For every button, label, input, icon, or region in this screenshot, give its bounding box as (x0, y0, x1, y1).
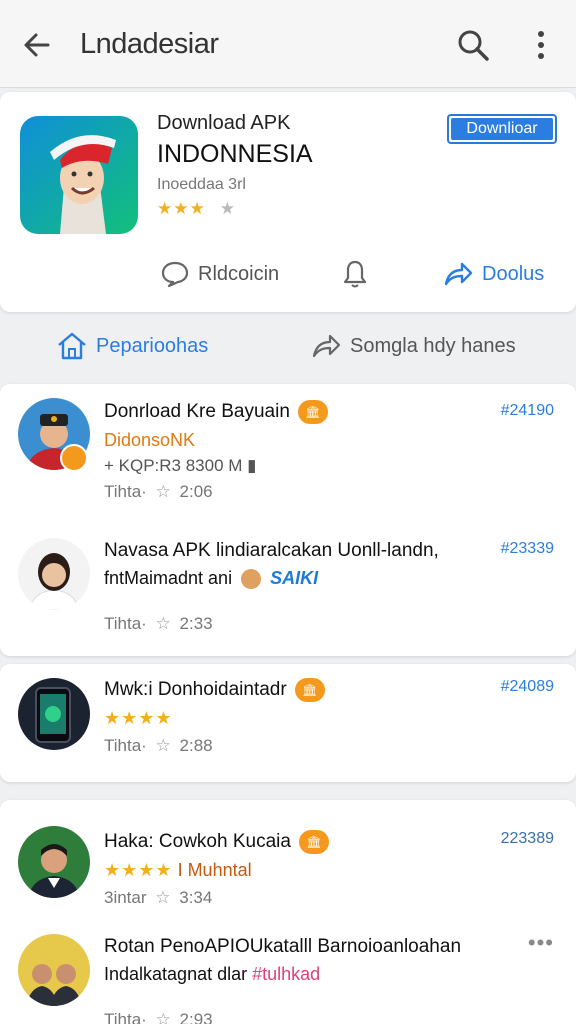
item-price: #24190 (500, 402, 554, 419)
item-price: #23339 (500, 540, 554, 557)
avatar (18, 678, 90, 750)
share-icon (444, 262, 473, 286)
avatar (18, 538, 90, 610)
item-meta-row: Tihta· ☆ 2:93 (104, 1010, 213, 1024)
badge-icon: 🏛 (297, 400, 328, 424)
item-tag: SAIKI (270, 568, 319, 588)
rating-star-off: ★ (219, 199, 235, 218)
notify-action[interactable] (342, 254, 376, 294)
home-icon (58, 332, 86, 360)
item-title: Navasa APK lindiaralcakan Uonll-landn, (104, 540, 439, 561)
badge-icon: 🏛 (294, 678, 325, 702)
list-item[interactable]: Donrload Kre Bayuain 🏛 DidonsoNK + KQP:R3… (0, 384, 576, 514)
list-card: Mwk:i Donhoidaintadr 🏛 ★★★★ Tihta· ☆ 2:88… (0, 664, 576, 782)
rating-stars: ★★★ (157, 199, 206, 218)
tab-bar: Peparioohas Somgla hdy hanes (0, 320, 576, 372)
share-action[interactable]: Doolus (442, 254, 544, 294)
tab-home[interactable]: Peparioohas (56, 328, 208, 364)
list-item[interactable]: Mwk:i Donhoidaintadr 🏛 ★★★★ Tihta· ☆ 2:88… (0, 664, 576, 782)
tab-share-label: Somgla hdy hanes (350, 334, 516, 357)
item-price: 223389 (500, 830, 554, 847)
item-price: #24089 (500, 678, 554, 695)
item-subtitle: DidonsoNK (104, 430, 196, 450)
hero-rating: ★★★ ★ (157, 199, 235, 219)
item-meta-label: Tihta· (104, 1010, 147, 1024)
item-meta-value: 2:88 (179, 736, 213, 755)
list-item[interactable]: Navasa APK lindiaralcakan Uonll-landn, f… (0, 524, 576, 654)
tab-home-label: Peparioohas (96, 334, 209, 357)
item-title: Donrload Kre Bayuain 🏛 (104, 400, 328, 424)
avatar (18, 826, 90, 898)
item-stars: ★★★★ (104, 860, 173, 880)
list-card: Donrload Kre Bayuain 🏛 DidonsoNK + KQP:R3… (0, 384, 576, 656)
item-title-text: Mwk:i Donhoidaintadr (104, 679, 287, 701)
badge-icon: 🏛 (298, 830, 329, 854)
list-item[interactable]: Haka: Cowkoh Kucaia 🏛 ★★★★ I Muhntal 3int… (0, 800, 576, 910)
item-meta-value: 2:93 (179, 1010, 213, 1024)
comment-action[interactable]: Rldcoicin (160, 254, 279, 294)
star-outline-icon: ☆ (155, 736, 171, 755)
item-title: Rotan PenoAPIOUkatalll Barnoioanloahan (104, 936, 462, 957)
item-meta-value: 3:34 (179, 888, 213, 907)
star-outline-icon: ☆ (155, 482, 171, 501)
item-meta-label: Tihta· (104, 614, 147, 633)
tab-share[interactable]: Somgla hdy hanes (310, 328, 516, 364)
item-meta: + KQP:R3 8300 M ▮ (104, 456, 257, 475)
more-horiz-icon[interactable]: ••• (528, 930, 554, 956)
item-title-text: Haka: Cowkoh Kucaia (104, 831, 291, 853)
search-icon[interactable] (456, 28, 490, 62)
download-button-label: Downlioar (451, 118, 553, 140)
app-icon[interactable] (20, 116, 138, 234)
hero-subtitle: Download APK (157, 112, 291, 134)
download-button[interactable]: Downlioar (447, 114, 557, 144)
star-outline-icon: ☆ (155, 614, 171, 633)
item-subtitle: Indalkatagnat dlar #tulhkad (104, 964, 320, 985)
list-card: Haka: Cowkoh Kucaia 🏛 ★★★★ I Muhntal 3int… (0, 800, 576, 1024)
item-tag: I Muhntal (177, 860, 252, 880)
item-title-text: Donrload Kre Bayuain (104, 401, 290, 423)
hero-developer: Inoeddaa 3rl (157, 176, 246, 193)
item-meta-row: 3intar ☆ 3:34 (104, 888, 212, 908)
list-item[interactable]: Rotan PenoAPIOUkatalll Barnoioanloahan I… (0, 924, 576, 1024)
item-meta-label: Tihta· (104, 482, 147, 501)
app-detail-card: Download APK INDONNESIA Inoeddaa 3rl ★★★… (0, 92, 576, 312)
item-meta-value: 2:33 (179, 614, 213, 633)
item-meta-row: Tihta· ☆ 2:88 (104, 736, 213, 756)
item-stars: ★★★★ (104, 708, 173, 728)
item-tag: #tulhkad (252, 964, 321, 984)
bell-icon (343, 260, 367, 288)
back-arrow-icon[interactable] (22, 30, 52, 60)
item-title: Haka: Cowkoh Kucaia 🏛 (104, 830, 329, 854)
share-icon (312, 334, 341, 358)
comment-action-label: Rldcoicin (198, 262, 280, 285)
share-action-label: Doolus (482, 262, 545, 285)
hero-actions: Rldcoicin Doolus (0, 254, 576, 294)
star-outline-icon: ☆ (155, 1010, 171, 1024)
item-subtitle-text: Indalkatagnat dlar (104, 964, 248, 984)
item-subtitle: fntMaimadnt ani SAIKI (104, 568, 319, 590)
avatar (18, 934, 90, 1006)
item-meta-label: Tihta· (104, 736, 147, 755)
hero-title: INDONNESIA (157, 140, 313, 168)
item-meta-value: 2:06 (179, 482, 213, 501)
item-subtitle-text: fntMaimadnt ani (104, 568, 233, 588)
app-bar: Lndadesiar (0, 0, 576, 88)
emoji-icon (241, 569, 262, 590)
item-title: Mwk:i Donhoidaintadr 🏛 (104, 678, 325, 702)
item-meta-row: Tihta· ☆ 2:06 (104, 482, 213, 502)
item-meta-row: Tihta· ☆ 2:33 (104, 614, 213, 634)
star-outline-icon: ☆ (155, 888, 171, 907)
comment-icon (161, 261, 189, 288)
page-title: Lndadesiar (80, 28, 219, 60)
item-subtitle: ★★★★ I Muhntal (104, 860, 252, 881)
verified-badge-icon (60, 444, 88, 472)
item-meta-label: 3intar (104, 888, 147, 907)
more-vert-icon[interactable] (530, 28, 552, 62)
